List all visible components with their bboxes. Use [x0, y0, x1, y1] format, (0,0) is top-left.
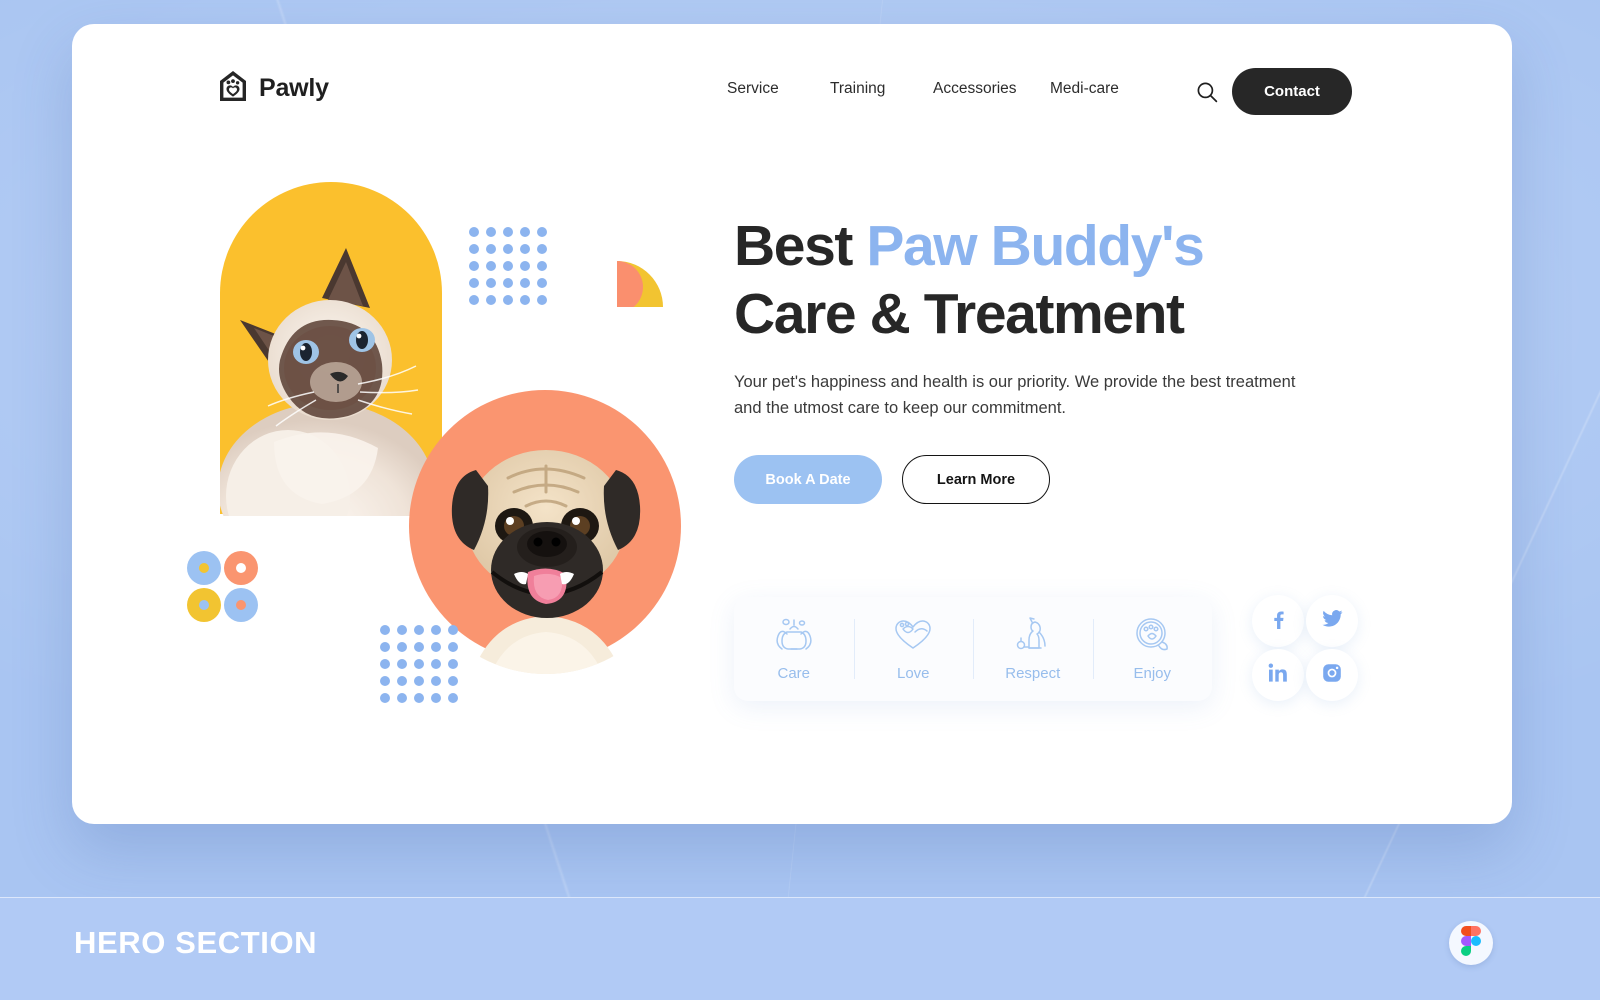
headline-accent: Paw Buddy's	[866, 214, 1204, 278]
figma-logo-icon	[1461, 925, 1481, 961]
paw-badge-icon	[1132, 616, 1172, 659]
search-icon	[1196, 81, 1218, 106]
feature-label: Love	[896, 665, 930, 682]
twitter-icon	[1321, 609, 1343, 634]
quarter-circle-decor	[617, 261, 663, 307]
linkedin-icon	[1268, 663, 1288, 688]
donut-1	[187, 551, 221, 585]
feature-enjoy[interactable]: Enjoy	[1092, 597, 1213, 701]
cta-row: Book A Date Learn More	[734, 455, 1050, 504]
social-links	[1252, 595, 1358, 701]
hero-section-label: HERO SECTION	[74, 925, 318, 960]
headline-part-2: Care & Treatment	[734, 282, 1185, 346]
feature-care[interactable]: Care	[734, 597, 854, 701]
donut-decor-group	[187, 551, 258, 622]
hero-subtitle: Your pet's happiness and health is our p…	[734, 373, 1296, 417]
sitting-dog-icon	[1013, 616, 1053, 659]
hero-visuals	[72, 24, 772, 764]
heart-paw-icon	[893, 616, 933, 659]
nav-slot: Accessories	[933, 80, 1050, 98]
feature-strip: Care Love Respect Enjoy	[734, 597, 1212, 701]
twitter-link[interactable]	[1306, 595, 1358, 647]
nav-link-medicare[interactable]: Medi-care	[1050, 80, 1119, 97]
cat-grooming-icon	[774, 616, 814, 659]
donut-3	[187, 588, 221, 622]
figma-badge[interactable]	[1449, 921, 1493, 965]
contact-button[interactable]: Contact	[1232, 68, 1352, 115]
nav-links: Service Training Accessories Medi-care	[727, 80, 1153, 98]
dog-photo	[422, 422, 672, 722]
nav-slot: Medi-care	[1050, 80, 1153, 98]
feature-love[interactable]: Love	[853, 597, 974, 701]
search-button[interactable]	[1190, 76, 1224, 110]
nav-link-training[interactable]: Training	[830, 80, 885, 97]
feature-respect[interactable]: Respect	[973, 597, 1093, 701]
feature-label: Care	[777, 665, 810, 682]
feature-label: Respect	[1005, 665, 1061, 682]
nav-slot: Training	[830, 80, 933, 98]
feature-label: Enjoy	[1133, 665, 1172, 682]
headline-part-1: Best	[734, 214, 867, 278]
page-title: Best Paw Buddy's Care & Treatment	[734, 212, 1394, 348]
donut-4	[224, 588, 258, 622]
donut-2	[224, 551, 258, 585]
linkedin-link[interactable]	[1252, 649, 1304, 701]
facebook-link[interactable]	[1252, 595, 1304, 647]
learn-more-button[interactable]: Learn More	[902, 455, 1050, 504]
nav-link-accessories[interactable]: Accessories	[933, 80, 1017, 97]
instagram-link[interactable]	[1306, 649, 1358, 701]
hero-card: Pawly Service Training Accessories Medi-…	[72, 24, 1512, 824]
facebook-icon	[1268, 609, 1288, 634]
dot-grid-top	[468, 226, 548, 311]
book-a-date-button[interactable]: Book A Date	[734, 455, 882, 504]
instagram-icon	[1322, 663, 1342, 688]
